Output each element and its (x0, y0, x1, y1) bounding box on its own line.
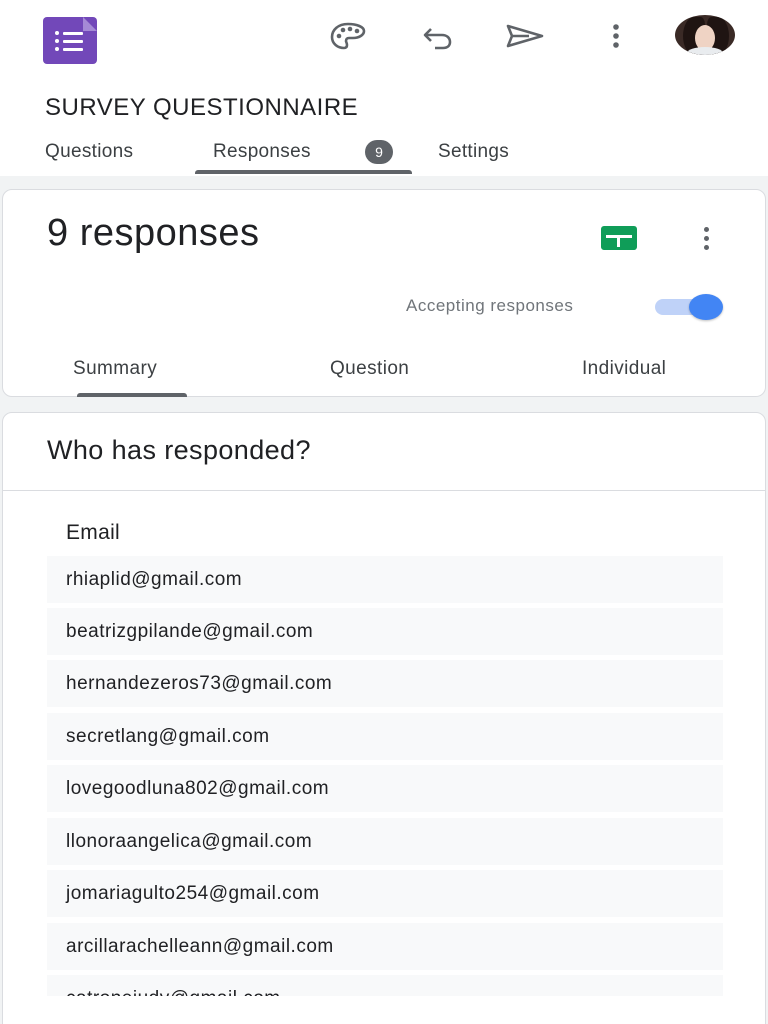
email-row[interactable]: hernandezeros73@gmail.com (47, 660, 723, 707)
active-tab-indicator (195, 170, 412, 174)
responses-count-badge: 9 (365, 140, 393, 164)
email-list[interactable]: rhiaplid@gmail.com beatrizgpilande@gmail… (47, 556, 723, 996)
responses-count: 9 responses (47, 212, 260, 254)
email-row[interactable]: beatrizgpilande@gmail.com (47, 608, 723, 655)
forms-logo-icon[interactable] (43, 17, 97, 64)
divider (3, 490, 765, 491)
accepting-responses-label: Accepting responses (406, 296, 574, 315)
email-row[interactable]: rhiaplid@gmail.com (47, 556, 723, 603)
who-responded-title: Who has responded? (47, 435, 311, 465)
user-avatar[interactable] (675, 15, 735, 55)
subtab-question[interactable]: Question (330, 358, 409, 380)
who-responded-card: Who has responded? Email rhiaplid@gmail.… (2, 412, 766, 1024)
form-title[interactable]: SURVEY QUESTIONNAIRE (45, 94, 358, 122)
undo-icon[interactable] (418, 18, 458, 54)
email-row[interactable]: llonoraangelica@gmail.com (47, 818, 723, 865)
email-row[interactable]: jomariagulto254@gmail.com (47, 870, 723, 917)
tab-responses[interactable]: Responses (213, 141, 311, 163)
app-bar: SURVEY QUESTIONNAIRE Questions Responses… (0, 0, 768, 176)
accepting-responses-toggle[interactable] (653, 292, 725, 322)
email-row[interactable]: lovegoodluna802@gmail.com (47, 765, 723, 812)
send-icon[interactable] (505, 18, 545, 54)
tab-settings[interactable]: Settings (438, 141, 509, 163)
email-row[interactable]: arcillarachelleann@gmail.com (47, 923, 723, 970)
responses-more-icon[interactable] (691, 220, 721, 256)
email-row[interactable]: secretlang@gmail.com (47, 713, 723, 760)
tab-questions[interactable]: Questions (45, 141, 133, 163)
more-vert-icon[interactable] (596, 18, 636, 54)
email-row[interactable]: catronejudy@gmail.com (47, 975, 723, 996)
responses-card: 9 responses Accepting responses Summary … (2, 189, 766, 397)
email-column-header: Email (66, 521, 121, 544)
active-subtab-indicator (77, 393, 187, 397)
subtab-individual[interactable]: Individual (582, 358, 666, 380)
sheets-icon[interactable] (601, 226, 637, 250)
palette-icon[interactable] (328, 18, 368, 54)
main-tabs: Questions Responses 9 Settings (0, 134, 768, 176)
subtab-summary[interactable]: Summary (73, 358, 157, 380)
